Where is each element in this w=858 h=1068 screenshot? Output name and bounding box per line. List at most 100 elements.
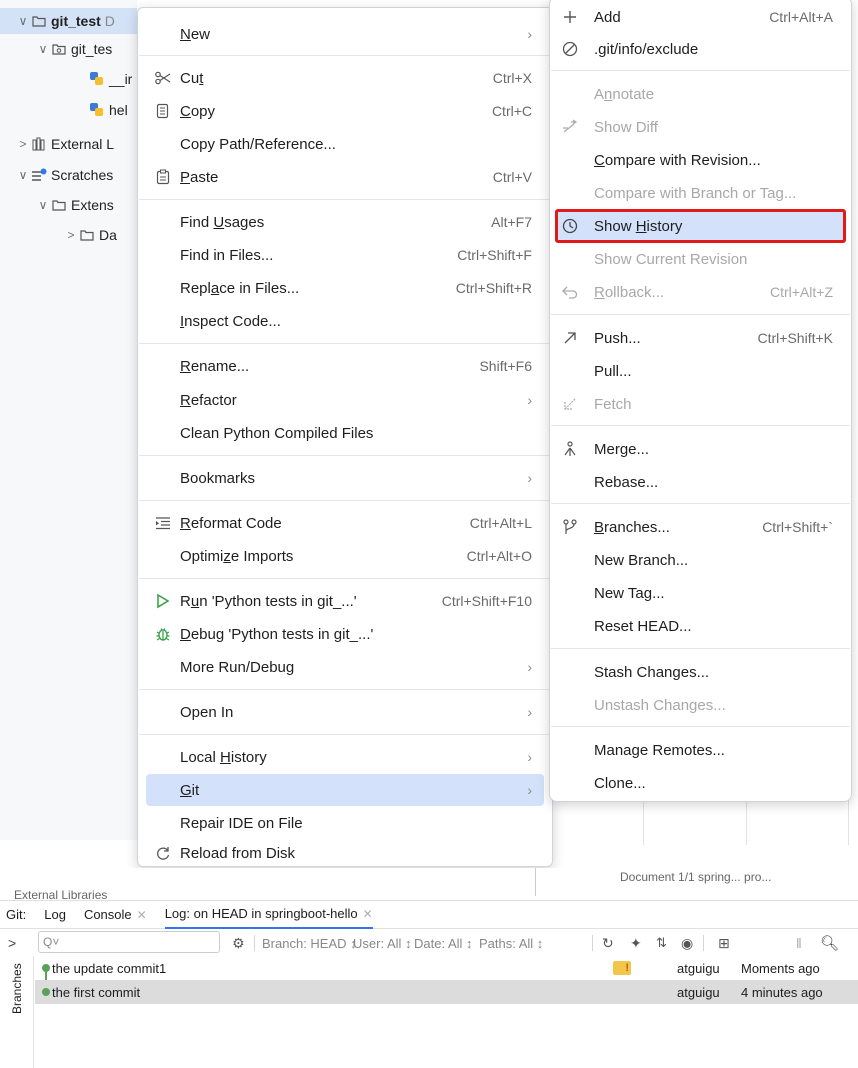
git-menu-stash[interactable]: Stash Changes... (556, 656, 845, 688)
git-menu-clone[interactable]: Clone... (556, 767, 845, 799)
menu-item-clean-python[interactable]: Clean Python Compiled Files (146, 417, 544, 449)
graph-icon[interactable]: ⊞ (718, 935, 730, 952)
tab-log[interactable]: Log (44, 901, 66, 929)
git-menu-exclude[interactable]: .git/info/exclude (556, 33, 845, 65)
menu-item-label: Inspect Code... (180, 312, 281, 330)
menu-item-shortcut: Ctrl+Shift+K (757, 330, 833, 346)
git-submenu: Add Ctrl+Alt+A .git/info/exclude Annotat… (549, 0, 852, 802)
tree-item-git-tes[interactable]: ∨ git_tes (0, 36, 113, 62)
git-menu-unstash[interactable]: Unstash Changes... (556, 689, 845, 721)
tree-item-init-file[interactable]: __ir (0, 66, 132, 92)
menu-item-new[interactable]: New › (146, 18, 544, 50)
git-menu-manage-remotes[interactable]: Manage Remotes... (556, 734, 845, 766)
menu-item-shortcut: Ctrl+Shift+F (457, 247, 532, 263)
menu-item-open-in[interactable]: Open In › (146, 696, 544, 728)
pause-icon[interactable]: ‖ (796, 935, 802, 951)
expand-icon[interactable]: > (8, 935, 16, 951)
git-tool-window: Git: Log Console ✕ Log: on HEAD in spring… (0, 900, 858, 1068)
git-menu-pull[interactable]: Pull... (556, 355, 845, 387)
branches-side-panel[interactable]: Branches (0, 956, 34, 1068)
tab-label: Log (44, 907, 66, 922)
menu-item-shortcut: Ctrl+Alt+Z (769, 284, 833, 300)
menu-item-paste[interactable]: Paste Ctrl+V (146, 161, 544, 193)
git-menu-new-branch[interactable]: New Branch... (556, 544, 845, 576)
tree-item-scratches[interactable]: ∨ Scratches (0, 162, 114, 188)
menu-item-debug-tests[interactable]: Debug 'Python tests in git_...' (146, 618, 544, 650)
menu-item-inspect-code[interactable]: Inspect Code... (146, 305, 544, 337)
chevron-down-icon[interactable]: ∨ (36, 42, 50, 56)
menu-item-copy[interactable]: Copy Ctrl+C (146, 95, 544, 127)
git-menu-rollback[interactable]: Rollback... Ctrl+Alt+Z (556, 276, 845, 308)
tab-log-head[interactable]: Log: on HEAD in springboot-hello ✕ (164, 901, 373, 929)
git-menu-rebase[interactable]: Rebase... (556, 466, 845, 498)
menu-item-optimize-imports[interactable]: Optimize Imports Ctrl+Alt+O (146, 540, 544, 572)
git-menu-show-history[interactable]: Show History (555, 209, 846, 243)
menu-item-refactor[interactable]: Refactor › (146, 384, 544, 416)
table-row[interactable]: the update commit1 ! atguigu Moments ago (35, 956, 858, 992)
eye-icon[interactable]: ◉ (681, 935, 693, 952)
chevron-down-icon[interactable]: ∨ (36, 198, 50, 212)
git-menu-compare-revision[interactable]: Compare with Revision... (556, 144, 845, 176)
filter-paths[interactable]: Paths: All ↕ (479, 936, 543, 951)
git-menu-merge[interactable]: Merge... (556, 433, 845, 465)
chevron-right-icon: › (527, 392, 532, 408)
menu-item-shortcut: Ctrl+Alt+O (466, 548, 532, 564)
menu-item-repair-ide[interactable]: Repair IDE on File (146, 807, 544, 839)
git-menu-fetch[interactable]: Fetch (556, 388, 845, 420)
git-menu-reset-head[interactable]: Reset HEAD... (556, 610, 845, 642)
menu-item-label: Cut (180, 69, 204, 87)
git-menu-compare-branch[interactable]: Compare with Branch or Tag... (556, 177, 845, 209)
menu-item-run-tests[interactable]: Run 'Python tests in git_...' Ctrl+Shift… (146, 585, 544, 617)
tree-item-git-test[interactable]: ∨ git_test D (0, 8, 137, 34)
menu-item-bookmarks[interactable]: Bookmarks › (146, 462, 544, 494)
tree-item-database[interactable]: > Da (0, 222, 116, 248)
menu-item-copy-path[interactable]: Copy Path/Reference... (146, 128, 544, 160)
python-file-icon (88, 70, 106, 88)
refresh-icon[interactable]: ↻ (602, 935, 614, 952)
filter-user[interactable]: User: All ↕ (353, 936, 412, 951)
git-menu-show-current-revision[interactable]: Show Current Revision (556, 243, 845, 275)
filter-branch[interactable]: Branch: HEAD ↕ (262, 936, 357, 951)
menu-separator (139, 689, 551, 690)
menu-item-label: Rename... (180, 357, 250, 375)
menu-item-rename[interactable]: Rename... Shift+F6 (146, 350, 544, 382)
close-icon[interactable]: ✕ (137, 908, 147, 922)
sort-icon[interactable]: ⇅ (656, 935, 667, 951)
table-row[interactable]: the first commit atguigu 4 minutes ago (35, 980, 858, 1004)
menu-item-replace-in-files[interactable]: Replace in Files... Ctrl+Shift+R (146, 272, 544, 304)
chevron-right-icon[interactable]: > (64, 228, 78, 242)
git-menu-new-tag[interactable]: New Tag... (556, 577, 845, 609)
menu-item-more-run-debug[interactable]: More Run/Debug › (146, 651, 544, 683)
cherry-pick-icon[interactable]: ✦ (630, 935, 642, 952)
menu-item-reload-from-disk[interactable]: Reload from Disk (146, 840, 544, 866)
chevron-right-icon[interactable]: > (16, 137, 30, 151)
git-menu-annotate[interactable]: Annotate (556, 78, 845, 110)
project-tree: ∨ git_test D ∨ git_tes __ir hel > Extern… (0, 0, 137, 840)
tree-item-hello-file[interactable]: hel (0, 97, 128, 123)
chevron-down-icon[interactable]: ∨ (16, 168, 30, 182)
gear-icon[interactable]: ⚙ (232, 935, 245, 952)
menu-item-shortcut: Shift+F6 (479, 358, 532, 374)
chevron-down-icon[interactable]: ∨ (16, 14, 30, 28)
copy-icon (153, 101, 173, 121)
git-menu-show-diff[interactable]: Show Diff (556, 111, 845, 143)
menu-item-find-in-files[interactable]: Find in Files... Ctrl+Shift+F (146, 239, 544, 271)
close-icon[interactable]: ✕ (363, 907, 373, 921)
filter-date[interactable]: Date: All ↕ (414, 936, 473, 951)
chevron-right-icon: › (527, 470, 532, 486)
search-icon[interactable]: 🔍︎ (820, 934, 839, 952)
tree-item-external-libraries[interactable]: > External L (0, 131, 114, 157)
menu-item-find-usages[interactable]: Find Usages Alt+F7 (146, 206, 544, 238)
menu-item-label: Replace in Files... (180, 279, 300, 297)
menu-item-git[interactable]: Git › (146, 774, 544, 806)
log-search-input[interactable]: Q˅ (38, 931, 220, 953)
menu-item-cut[interactable]: Cut Ctrl+X (146, 62, 544, 94)
tab-console[interactable]: Console ✕ (84, 901, 147, 929)
git-menu-add[interactable]: Add Ctrl+Alt+A (556, 1, 845, 33)
git-menu-push[interactable]: Push... Ctrl+Shift+K (556, 322, 845, 354)
menu-item-local-history[interactable]: Local History › (146, 741, 544, 773)
divider (592, 935, 593, 951)
git-menu-branches[interactable]: Branches... Ctrl+Shift+` (556, 511, 845, 543)
menu-item-reformat-code[interactable]: Reformat Code Ctrl+Alt+L (146, 507, 544, 539)
tree-item-extensions[interactable]: ∨ Extens (0, 192, 114, 218)
